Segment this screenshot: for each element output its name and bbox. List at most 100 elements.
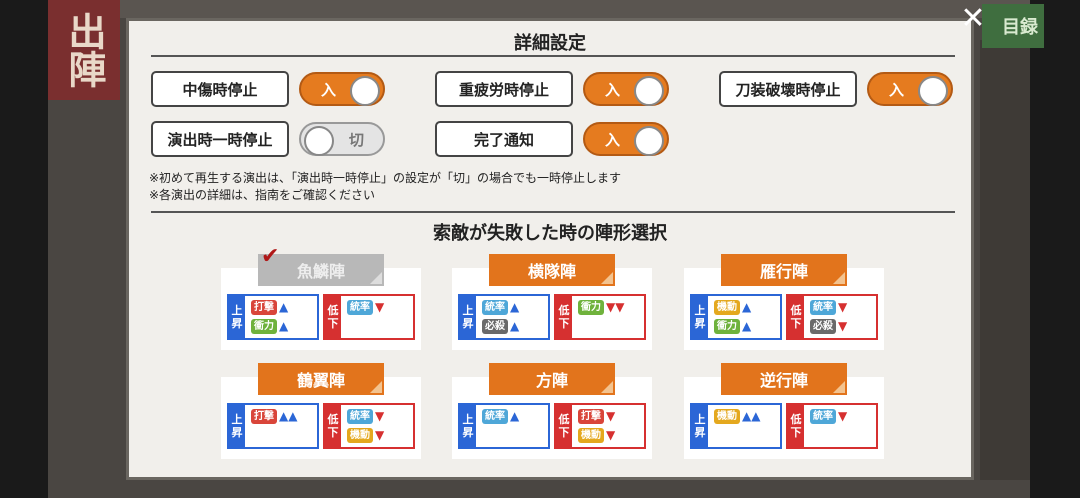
detail-settings-dialog: 詳細設定 中傷時停止 入 重疲労時停止 入 刀装破壊時停止 入 演出時一時停止 … — [126, 18, 974, 480]
stat-badge: 機動 — [578, 428, 604, 443]
formation-button[interactable]: 鶴翼陣 — [258, 363, 384, 395]
arrow-up-icon: ▲ — [510, 409, 520, 423]
toggle-heavy-fatigue-stop[interactable]: 入 — [583, 72, 669, 106]
toggle-state-label: 切 — [349, 130, 365, 149]
toggle-knob — [918, 76, 948, 106]
section-divider — [151, 211, 955, 213]
stat-down-panel: 低下統率 ▼ — [323, 294, 415, 340]
stat-badge: 衝力 — [251, 319, 277, 334]
toggle-completion-notice[interactable]: 入 — [583, 122, 669, 156]
stat-row: 打撃 ▲▲ — [251, 408, 297, 425]
stat-row: 必殺 ▲ — [482, 318, 519, 335]
side-char: 下 — [327, 317, 339, 330]
note-see-guide: ※各演出の詳細は、指南をご確認ください — [149, 188, 376, 202]
rise-label: 上昇 — [692, 296, 708, 338]
toggle-knob — [304, 126, 334, 156]
rise-label: 上昇 — [460, 296, 476, 338]
setting-label-moderate-damage-stop: 中傷時停止 — [151, 71, 289, 107]
side-char: 昇 — [231, 426, 243, 439]
toggle-state-label: 入 — [321, 80, 337, 99]
formation-button[interactable]: 雁行陣 — [721, 254, 847, 286]
stat-badge: 機動 — [714, 409, 740, 424]
stat-up-panel: 上昇統率 ▲ 必殺 ▲ — [458, 294, 550, 340]
arrow-down-icon: ▼ — [375, 428, 385, 442]
arrow-down-icon: ▼ — [375, 409, 385, 423]
stat-row: 統率 ▼ — [347, 408, 384, 425]
stat-row: 機動 ▼ — [347, 427, 384, 444]
stat-badge: 必殺 — [810, 319, 836, 334]
setting-label-equipment-break-stop: 刀装破壊時停止 — [719, 71, 857, 107]
arrow-down-icon: ▼ — [606, 409, 616, 423]
rise-label: 上昇 — [692, 405, 708, 447]
side-char: 上 — [462, 304, 474, 317]
stat-badge: 統率 — [347, 409, 373, 424]
arrow-up-icon: ▲ — [279, 300, 289, 314]
arrow-down-icon: ▼ — [838, 300, 848, 314]
toggle-state-label: 入 — [889, 80, 905, 99]
formation-section-title: 索敵が失敗した時の陣形選択 — [433, 223, 667, 244]
side-char: 下 — [558, 426, 570, 439]
close-icon[interactable]: ✕ — [953, 0, 993, 36]
stat-row: 統率 ▼ — [810, 299, 847, 316]
side-char: 昇 — [694, 426, 706, 439]
arrow-down-icon: ▼ — [838, 319, 848, 333]
stat-badge: 打撃 — [251, 300, 277, 315]
stat-up-panel: 上昇機動 ▲▲ — [690, 403, 782, 449]
arrow-up-icon: ▲ — [742, 319, 752, 333]
side-char: 下 — [558, 317, 570, 330]
side-char: 昇 — [231, 317, 243, 330]
stat-row: 衝力 ▲ — [251, 318, 288, 335]
arrow-down-icon: ▼ — [606, 428, 616, 442]
stat-badge: 機動 — [714, 300, 740, 315]
top-bar — [120, 0, 1030, 18]
title-divider — [151, 55, 955, 57]
stat-row: 機動 ▲ — [714, 299, 751, 316]
stat-up-panel: 上昇打撃 ▲ 衝力 ▲ — [227, 294, 319, 340]
arrow-down-icon: ▼ — [838, 409, 848, 423]
fall-label: 低下 — [325, 405, 341, 447]
stat-badge: 統率 — [482, 300, 508, 315]
stat-badge: 統率 — [810, 409, 836, 424]
side-char: 上 — [231, 413, 243, 426]
fall-label: 低下 — [788, 296, 804, 338]
side-char: 上 — [231, 304, 243, 317]
stat-badge: 機動 — [347, 428, 373, 443]
fall-label: 低下 — [556, 405, 572, 447]
side-char: 低 — [790, 413, 802, 426]
stat-down-panel: 低下統率 ▼ 機動 ▼ — [323, 403, 415, 449]
fall-label: 低下 — [325, 296, 341, 338]
arrow-down-icon: ▼▼ — [606, 300, 625, 314]
toggle-state-label: 入 — [605, 80, 621, 99]
formation-button[interactable]: 横隊陣 — [489, 254, 615, 286]
arrow-up-icon: ▲ — [510, 300, 520, 314]
arrow-up-icon: ▲▲ — [742, 409, 761, 423]
stat-down-panel: 低下衝力 ▼▼ — [554, 294, 646, 340]
side-char: 昇 — [462, 317, 474, 330]
stat-up-panel: 上昇機動 ▲ 衝力 ▲ — [690, 294, 782, 340]
formation-button[interactable]: 逆行陣 — [721, 363, 847, 395]
arrow-down-icon: ▼ — [375, 300, 385, 314]
side-char: 下 — [790, 317, 802, 330]
side-char: 低 — [558, 413, 570, 426]
side-char: 低 — [558, 304, 570, 317]
stat-row: 統率 ▲ — [482, 408, 519, 425]
toggle-equipment-break-stop[interactable]: 入 — [867, 72, 953, 106]
stat-row: 統率 ▲ — [482, 299, 519, 316]
toggle-state-label: 入 — [605, 130, 621, 149]
right-panel — [980, 40, 1030, 480]
toggle-effect-pause[interactable]: 切 — [299, 122, 385, 156]
stat-row: 打撃 ▼ — [578, 408, 615, 425]
side-char: 昇 — [462, 426, 474, 439]
stat-row: 必殺 ▼ — [810, 318, 847, 335]
arrow-up-icon: ▲▲ — [279, 409, 298, 423]
formation-button[interactable]: 方陣 — [489, 363, 615, 395]
side-char: 下 — [790, 426, 802, 439]
toggle-moderate-damage-stop[interactable]: 入 — [299, 72, 385, 106]
toggle-knob — [350, 76, 380, 106]
stat-up-panel: 上昇打撃 ▲▲ — [227, 403, 319, 449]
stat-row: 統率 ▼ — [810, 408, 847, 425]
side-char: 低 — [327, 304, 339, 317]
sortie-banner[interactable]: 出陣 — [48, 0, 120, 100]
side-char: 上 — [694, 304, 706, 317]
stat-row: 機動 ▼ — [578, 427, 615, 444]
